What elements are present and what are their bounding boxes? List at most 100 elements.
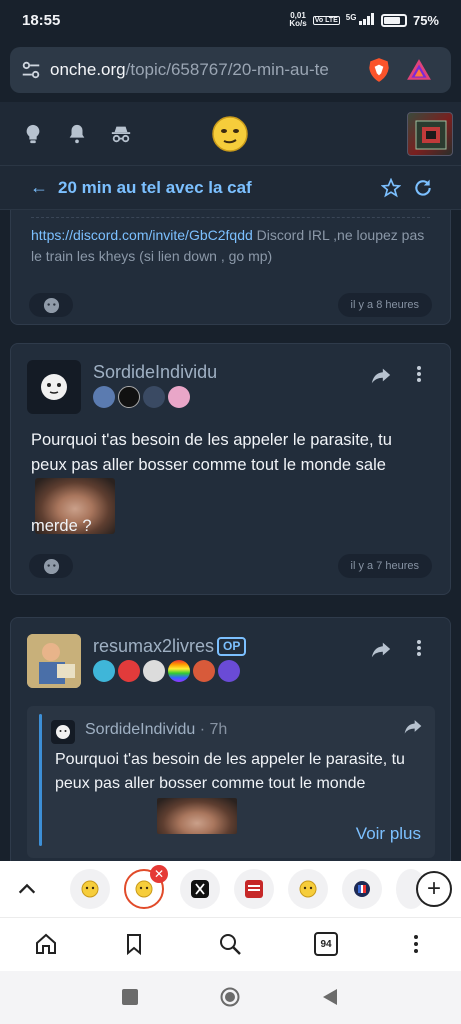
onche-emoji-icon xyxy=(135,880,153,898)
tab-strip: ✕ + xyxy=(0,861,461,917)
x-logo-icon xyxy=(191,880,209,898)
anime-badge-icon[interactable] xyxy=(168,386,190,408)
post-body: Pourquoi t'as besoin de les appeler le p… xyxy=(31,428,431,534)
more-options-icon[interactable] xyxy=(416,364,422,384)
quoted-post[interactable]: SordideIndividu · 7h Pourquoi t'as besoi… xyxy=(27,706,435,858)
tab-item-active[interactable]: ✕ xyxy=(124,865,168,909)
author-name[interactable]: SordideIndividu xyxy=(93,362,217,383)
author-avatar[interactable] xyxy=(27,360,81,414)
bookmark-icon[interactable] xyxy=(122,932,146,956)
new-tab-button[interactable]: + xyxy=(416,871,452,907)
sticker-image xyxy=(157,798,237,834)
smiley-icon xyxy=(43,558,59,574)
tab-item[interactable] xyxy=(288,869,328,909)
author-avatar[interactable] xyxy=(27,634,81,688)
bell-icon[interactable] xyxy=(66,123,88,145)
post-text-end: merde ? xyxy=(31,514,431,539)
clown-badge-icon[interactable] xyxy=(118,660,140,682)
discord-link[interactable]: https://discord.com/invite/GbC2fqdd xyxy=(31,227,253,243)
search-icon[interactable] xyxy=(218,932,242,956)
more-options-icon[interactable] xyxy=(416,638,422,658)
status-icons: 0,01 Ko/s Vo LTE 5G 75% xyxy=(289,12,439,28)
post-text: merde ? xyxy=(31,517,92,535)
quote-time: · 7h xyxy=(199,721,228,738)
topic-posts: https://discord.com/invite/GbC2fqdd Disc… xyxy=(0,210,461,861)
post-timestamp[interactable]: il y a 7 heures xyxy=(337,554,432,578)
rainbow-badge-icon[interactable] xyxy=(168,660,190,682)
stars-badge-icon[interactable] xyxy=(93,660,115,682)
default-avatar-icon xyxy=(56,725,70,739)
menu-icon[interactable] xyxy=(404,932,428,956)
onche-emoji-icon xyxy=(299,880,317,898)
back-icon[interactable] xyxy=(320,987,340,1007)
recents-icon[interactable] xyxy=(120,987,140,1007)
back-arrow-icon[interactable]: ← xyxy=(30,177,48,198)
topic-title[interactable]: 20 min au tel avec la caf xyxy=(58,178,252,198)
close-tab-icon[interactable]: ✕ xyxy=(150,865,168,883)
onche-logo-icon[interactable] xyxy=(212,116,248,152)
home-circle-icon[interactable] xyxy=(220,987,240,1007)
favorite-star-icon[interactable] xyxy=(381,178,401,198)
reaction-button[interactable] xyxy=(29,554,73,578)
post-body: https://discord.com/invite/GbC2fqdd Disc… xyxy=(31,225,431,267)
divider xyxy=(31,217,430,218)
france-logo-icon xyxy=(354,881,370,897)
address-bar[interactable]: onche.org/topic/658767/20-min-au-te xyxy=(10,47,451,93)
user-avatar[interactable] xyxy=(407,112,453,156)
share-icon[interactable] xyxy=(403,716,423,736)
sun-badge-icon[interactable] xyxy=(193,660,215,682)
post-card: https://discord.com/invite/GbC2fqdd Disc… xyxy=(10,210,451,325)
incognito-icon[interactable] xyxy=(110,123,132,145)
quote-text: Pourquoi t'as besoin de les appeler le p… xyxy=(55,751,405,792)
news-logo-icon xyxy=(245,880,263,898)
battery-icon xyxy=(380,13,407,27)
author-name[interactable]: resumax2livres xyxy=(93,636,214,657)
share-icon[interactable] xyxy=(370,364,392,386)
hex-badge-icon[interactable] xyxy=(143,660,165,682)
browser-bottom-toolbar: 94 xyxy=(0,917,461,971)
onche-emoji-icon xyxy=(81,880,99,898)
post-card: SordideIndividu Pourquoi t'as besoin de … xyxy=(10,343,451,595)
signal-icon: 5G xyxy=(346,13,375,27)
tab-item[interactable] xyxy=(70,869,110,909)
zero-tout-badge-icon[interactable] xyxy=(118,386,140,408)
url-text[interactable]: onche.org/topic/658767/20-min-au-te xyxy=(50,60,358,80)
tab-item[interactable] xyxy=(234,869,274,909)
topic-header: ← 20 min au tel avec la caf xyxy=(0,166,461,210)
quote-author[interactable]: SordideIndividu xyxy=(85,721,195,738)
site-navbar xyxy=(0,102,461,166)
share-icon[interactable] xyxy=(370,638,392,660)
tab-count-button[interactable]: 94 xyxy=(314,932,338,956)
star-badge-icon[interactable] xyxy=(93,386,115,408)
post-text: Pourquoi t'as besoin de les appeler le p… xyxy=(31,431,392,474)
op-badge: OP xyxy=(217,637,247,656)
moon-badge-icon[interactable] xyxy=(218,660,240,682)
smiley-icon xyxy=(43,297,59,313)
tab-item[interactable] xyxy=(180,869,220,909)
site-settings-icon[interactable] xyxy=(20,59,42,81)
system-nav-bar xyxy=(0,971,461,1024)
brave-rewards-icon[interactable] xyxy=(406,57,432,83)
refresh-icon[interactable] xyxy=(413,178,433,198)
lightbulb-icon[interactable] xyxy=(22,123,44,145)
chevron-up-icon[interactable] xyxy=(16,878,38,900)
status-bar: 18:55 0,01 Ko/s Vo LTE 5G 75% xyxy=(0,0,461,40)
quote-author-line: SordideIndividu · 7h xyxy=(85,721,227,739)
see-more-link[interactable]: Voir plus xyxy=(356,824,421,844)
battery-percent: 75% xyxy=(412,12,439,28)
person-badge-icon[interactable] xyxy=(143,386,165,408)
post-card: resumax2livres OP SordideIndividu · 7h P… xyxy=(10,617,451,861)
quote-author-avatar xyxy=(51,720,75,744)
reaction-button[interactable] xyxy=(29,293,73,317)
clock: 18:55 xyxy=(22,11,61,29)
author-badges xyxy=(93,660,240,682)
brave-shields-icon[interactable] xyxy=(366,57,392,83)
home-icon[interactable] xyxy=(34,932,58,956)
default-avatar-icon xyxy=(41,374,67,400)
browser-toolbar: onche.org/topic/658767/20-min-au-te xyxy=(0,40,461,102)
lte-icon: Vo LTE xyxy=(312,15,340,25)
post-timestamp[interactable]: il y a 8 heures xyxy=(337,293,432,317)
speed-unit: Ko/s xyxy=(289,19,307,28)
tab-item[interactable] xyxy=(342,869,382,909)
quote-bar xyxy=(39,714,42,846)
